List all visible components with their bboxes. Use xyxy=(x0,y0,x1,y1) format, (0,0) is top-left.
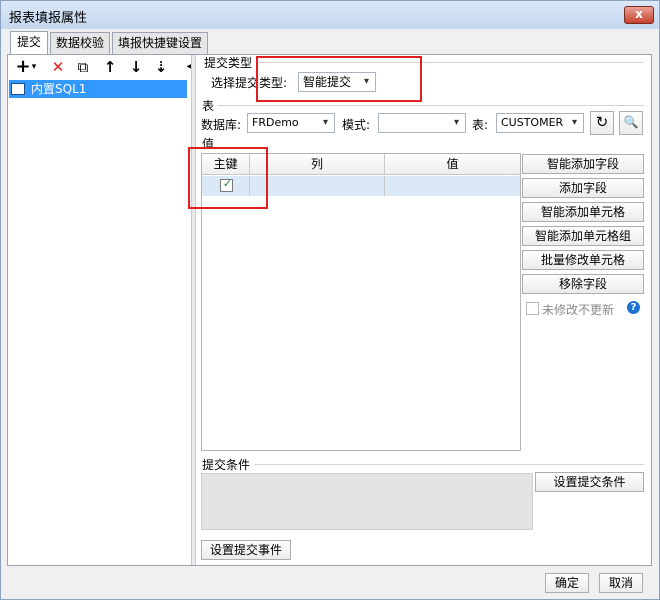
move-up-icon[interactable]: ↑ xyxy=(101,58,119,76)
database-select[interactable]: FRDemo ▾ xyxy=(247,113,335,133)
annotation-highlight-primary-key xyxy=(188,147,268,209)
add-field-button[interactable]: 添加字段 xyxy=(522,178,644,198)
column-header-column[interactable]: 列 xyxy=(250,154,385,175)
table-select[interactable]: CUSTOMER ▾ xyxy=(496,113,584,133)
remove-field-button[interactable]: 移除字段 xyxy=(522,274,644,294)
schema-label: 模式: xyxy=(342,118,371,132)
value-cell[interactable] xyxy=(385,176,520,196)
set-submit-condition-button[interactable]: 设置提交条件 xyxy=(535,472,644,492)
chevron-down-icon: ▾ xyxy=(322,117,329,128)
refresh-icon: ↻ xyxy=(595,113,609,131)
preview-button[interactable]: 🔍 xyxy=(619,111,643,135)
preview-icon: 🔍 xyxy=(623,115,639,129)
set-submit-event-button[interactable]: 设置提交事件 xyxy=(201,540,291,560)
smart-add-cell-group-button[interactable]: 智能添加单元格组 xyxy=(522,226,644,246)
smart-add-field-button[interactable]: 智能添加字段 xyxy=(522,154,644,174)
no-update-unmodified-label: 未修改不更新 xyxy=(542,303,615,317)
ok-button[interactable]: 确定 xyxy=(545,573,589,593)
tab-submit[interactable]: 提交 xyxy=(10,31,48,54)
database-label: 数据库: xyxy=(201,118,242,132)
column-cell[interactable] xyxy=(250,176,385,196)
tab-data-validation[interactable]: 数据校验 xyxy=(50,32,110,54)
table-value: CUSTOMER xyxy=(501,116,564,129)
tree-item-builtin-sql[interactable]: 内置SQL1 xyxy=(9,80,187,98)
database-value: FRDemo xyxy=(252,116,299,129)
panel-splitter[interactable] xyxy=(191,55,196,565)
cancel-button[interactable]: 取消 xyxy=(599,573,643,593)
smart-add-cell-button[interactable]: 智能添加单元格 xyxy=(522,202,644,222)
refresh-button[interactable]: ↻ xyxy=(590,111,614,135)
table-group-label: 表 xyxy=(202,99,215,113)
table-label: 表: xyxy=(472,118,489,132)
schema-select[interactable]: ▾ xyxy=(378,113,466,133)
close-button[interactable]: x xyxy=(624,6,654,24)
help-icon[interactable]: ? xyxy=(627,301,640,314)
no-update-unmodified-checkbox[interactable] xyxy=(526,302,539,315)
submit-condition-group-label: 提交条件 xyxy=(202,458,251,472)
database-icon xyxy=(11,83,25,95)
chevron-down-icon: ▾ xyxy=(453,117,460,128)
window-title: 报表填报属性 xyxy=(9,11,88,26)
sort-icon[interactable]: ⇣ xyxy=(152,58,170,76)
title-bar[interactable]: 报表填报属性 x xyxy=(1,1,659,29)
add-dropdown-icon[interactable]: ▾ xyxy=(29,58,39,76)
annotation-highlight-submit-type xyxy=(256,56,422,102)
move-down-icon[interactable]: ↓ xyxy=(127,58,145,76)
chevron-down-icon: ▾ xyxy=(571,117,578,128)
divider xyxy=(218,105,644,106)
tree-item-label: 内置SQL1 xyxy=(31,82,87,96)
delete-icon[interactable]: ✕ xyxy=(49,58,67,76)
tab-shortcut-settings[interactable]: 填报快捷键设置 xyxy=(112,32,208,54)
copy-icon[interactable]: ⧉ xyxy=(74,58,92,76)
submit-type-group-label: 提交类型 xyxy=(204,56,253,70)
column-header-value[interactable]: 值 xyxy=(385,154,520,175)
batch-modify-cell-button[interactable]: 批量修改单元格 xyxy=(522,250,644,270)
submit-condition-area xyxy=(201,473,533,530)
divider xyxy=(254,464,644,465)
